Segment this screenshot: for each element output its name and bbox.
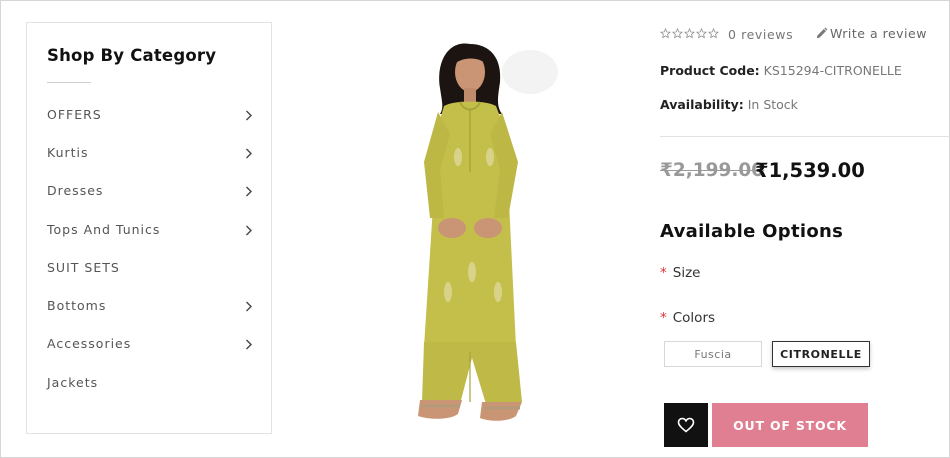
size-label-text: Size [672, 265, 701, 281]
chevron-right-icon [243, 301, 255, 313]
product-code-value: KS15294-CITRONELLE [763, 63, 902, 78]
sidebar-item-kurtis[interactable]: Kurtis [27, 133, 273, 171]
sidebar-item-label: Kurtis [47, 144, 89, 160]
sidebar-item-label: Tops And Tunics [47, 221, 161, 237]
product-code-label: Product Code: [660, 63, 760, 78]
colors-label-text: Colors [672, 310, 716, 326]
product-code-line: Product Code: KS15294-CITRONELLE [660, 63, 902, 78]
write-review-link[interactable]: Write a review [815, 26, 927, 41]
sidebar-item-suit-sets[interactable]: SUIT SETS [27, 248, 273, 286]
sidebar-item-tops-and-tunics[interactable]: Tops And Tunics [27, 210, 273, 248]
star-outline-icon [684, 28, 695, 39]
availability-line: Availability: In Stock [660, 97, 798, 112]
star-outline-icon [672, 28, 683, 39]
sidebar-title-underline [47, 82, 91, 83]
sidebar-item-jackets[interactable]: Jackets [27, 363, 273, 401]
chevron-right-icon [243, 224, 255, 236]
rating-stars [660, 28, 719, 39]
colors-option-label: * Colors [660, 310, 715, 326]
chevron-right-icon [243, 339, 255, 351]
chevron-right-icon [243, 147, 255, 159]
sidebar-item-label: OFFERS [47, 106, 102, 122]
category-list: OFFERS Kurtis Dresses Tops And Tunics SU… [27, 95, 273, 401]
sidebar-item-accessories[interactable]: Accessories [27, 325, 273, 363]
product-image[interactable] [340, 22, 572, 434]
availability-value: In Stock [747, 97, 798, 112]
old-price: ₹2,199.00 [660, 160, 765, 181]
color-option-citronelle[interactable]: CITRONELLE [772, 341, 870, 367]
woman-in-yellow-kurta-photo [418, 43, 558, 421]
category-sidebar: Shop By Category OFFERS Kurtis Dresses T… [26, 22, 272, 434]
sidebar-item-label: SUIT SETS [47, 259, 120, 275]
chevron-right-icon [243, 109, 255, 121]
required-asterisk: * [660, 265, 667, 281]
sidebar-item-label: Bottoms [47, 298, 107, 314]
sidebar-item-label: Accessories [47, 336, 132, 352]
sidebar-item-offers[interactable]: OFFERS [27, 95, 273, 133]
sidebar-item-dresses[interactable]: Dresses [27, 172, 273, 210]
star-outline-icon [660, 28, 671, 39]
info-divider [660, 136, 950, 137]
availability-label: Availability: [660, 97, 744, 112]
sale-price: ₹1,539.00 [755, 159, 865, 182]
write-review-label: Write a review [830, 26, 927, 41]
pencil-icon [816, 27, 828, 39]
sidebar-title: Shop By Category [47, 46, 217, 65]
chevron-right-icon [243, 186, 255, 198]
required-asterisk: * [660, 310, 667, 326]
sidebar-item-label: Dresses [47, 183, 104, 199]
star-outline-icon [708, 28, 719, 39]
available-options-title: Available Options [660, 221, 844, 242]
star-outline-icon [696, 28, 707, 39]
wishlist-button[interactable] [664, 403, 708, 447]
reviews-count-link[interactable]: 0 reviews [728, 27, 793, 42]
sidebar-item-label: Jackets [47, 374, 99, 390]
size-option-label: * Size [660, 265, 700, 281]
color-option-fuscia[interactable]: Fuscia [664, 341, 762, 367]
heart-icon [677, 417, 695, 433]
sidebar-item-bottoms[interactable]: Bottoms [27, 286, 273, 324]
out-of-stock-button[interactable]: OUT OF STOCK [712, 403, 868, 447]
